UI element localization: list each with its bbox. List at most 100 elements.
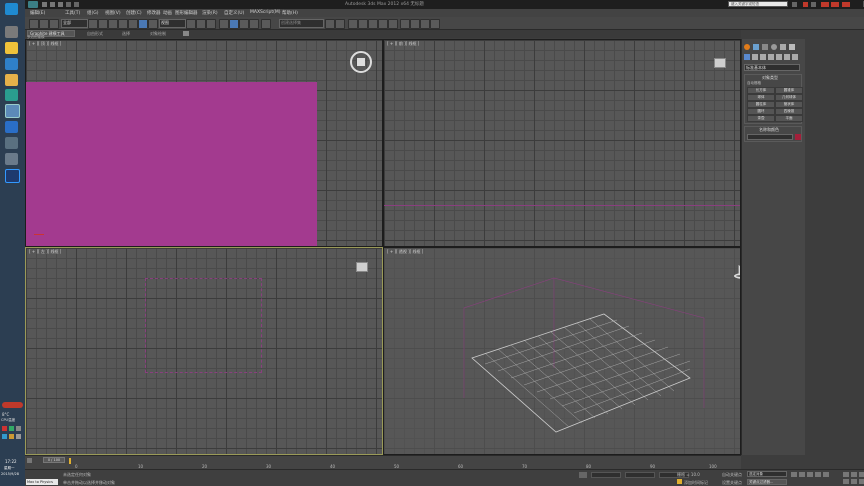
select-object-icon[interactable]: [88, 19, 98, 29]
geometry-icon[interactable]: [744, 54, 750, 60]
curve-editor-icon[interactable]: [368, 19, 378, 29]
save-icon[interactable]: [58, 2, 63, 7]
keyboard-shortcut-icon[interactable]: [206, 19, 216, 29]
menu-maxscript[interactable]: MAXScript(M): [250, 10, 281, 15]
selection-filter-select[interactable]: 全部: [61, 19, 88, 28]
motion-tab-icon[interactable]: [771, 44, 777, 50]
viewcube-icon[interactable]: [350, 51, 372, 73]
render-production-icon[interactable]: [420, 19, 430, 29]
tray-icon[interactable]: [2, 402, 23, 408]
folder-icon[interactable]: [5, 74, 18, 86]
zoom-extents-icon[interactable]: [859, 472, 864, 477]
viewport-left[interactable]: [ + ][ 左 ][ 线框 ]: [25, 247, 383, 455]
mini-curve-editor-icon[interactable]: [27, 458, 32, 463]
snap-2d-icon[interactable]: [219, 19, 229, 29]
start-icon[interactable]: [5, 3, 18, 15]
viewport-label[interactable]: [ + ][ 前 ][ 线框 ]: [387, 41, 419, 47]
tube-button[interactable]: 管状体: [775, 101, 803, 108]
cylinder-button[interactable]: 圆柱体: [747, 101, 775, 108]
go-start-icon[interactable]: [791, 472, 797, 477]
app-icon[interactable]: [5, 153, 18, 165]
utilities-tab-icon[interactable]: [789, 44, 795, 50]
rendered-frame-icon[interactable]: [410, 19, 420, 29]
viewcube-icon[interactable]: [714, 58, 726, 68]
add-time-tag[interactable]: 添加时间标记: [684, 480, 708, 486]
app-logo-icon[interactable]: [28, 1, 38, 8]
lights-icon[interactable]: [760, 54, 766, 60]
hierarchy-tab-icon[interactable]: [762, 44, 768, 50]
y-coord-field[interactable]: [625, 472, 655, 478]
spacewarps-icon[interactable]: [784, 54, 790, 60]
play-icon[interactable]: [807, 472, 813, 477]
box-button[interactable]: 长方体: [747, 87, 775, 94]
autogrid-checkbox[interactable]: 自动栅格: [747, 81, 761, 86]
material-editor-icon[interactable]: [388, 19, 398, 29]
menu-create[interactable]: 创建(C): [126, 10, 142, 16]
reference-coord-select[interactable]: 视图: [159, 19, 186, 28]
tab-object-paint[interactable]: 对象绘制: [150, 31, 166, 37]
angle-snap-icon[interactable]: [229, 19, 239, 29]
create-tab-icon[interactable]: [744, 44, 750, 50]
key-filters-button[interactable]: 关键点过滤器...: [747, 479, 787, 485]
teapot-render-icon[interactable]: [430, 19, 440, 29]
auto-key-label[interactable]: 自动关键点: [722, 472, 742, 478]
3dsmax-icon[interactable]: [5, 104, 20, 118]
orbit-icon[interactable]: [859, 479, 864, 484]
next-frame-icon[interactable]: [815, 472, 821, 477]
viewport-top[interactable]: [ + ][ 顶 ][ 线框 ]: [26, 40, 382, 246]
align-icon[interactable]: [335, 19, 345, 29]
time-cursor[interactable]: [69, 458, 71, 464]
qq-icon[interactable]: [5, 42, 18, 54]
edit-named-sets-icon[interactable]: [261, 19, 271, 29]
tab-freeform[interactable]: 自由形式: [87, 31, 103, 37]
viewport-label[interactable]: [ + ][ 左 ][ 线框 ]: [29, 249, 61, 255]
schematic-view-icon[interactable]: [378, 19, 388, 29]
time-tag-icon[interactable]: [677, 479, 682, 484]
menu-customize[interactable]: 自定义(U): [224, 10, 244, 16]
open-file-icon[interactable]: [50, 2, 55, 7]
key-mode-select[interactable]: 选定对象: [747, 471, 787, 477]
primitive-dropdown[interactable]: 标准基本体: [744, 64, 800, 71]
select-manipulate-icon[interactable]: [196, 19, 206, 29]
menu-animation[interactable]: 动画: [163, 10, 172, 16]
zoom-icon[interactable]: [843, 472, 849, 477]
teapot-button[interactable]: 茶壶: [747, 115, 775, 122]
viewport-label[interactable]: [ + ][ 透视 ][ 线框 ]: [387, 249, 423, 255]
app-icon[interactable]: [5, 26, 18, 38]
menu-view[interactable]: 视图(V): [105, 10, 121, 16]
sphere-button[interactable]: 球体: [747, 94, 775, 101]
rotate-icon[interactable]: [138, 19, 148, 29]
ribbon-options-icon[interactable]: [183, 31, 189, 36]
menu-edit[interactable]: 编辑(E): [30, 10, 45, 16]
lock-selection-icon[interactable]: [579, 472, 587, 478]
cone-button[interactable]: 圆锥体: [775, 87, 803, 94]
viewcube-icon[interactable]: [356, 262, 368, 272]
rect-select-icon[interactable]: [108, 19, 118, 29]
time-slider[interactable]: 0 / 100: [43, 457, 65, 463]
helpers-icon[interactable]: [776, 54, 782, 60]
tab-selection[interactable]: 选择: [122, 31, 130, 37]
layer-manager-icon[interactable]: [348, 19, 358, 29]
torus-button[interactable]: 圆环: [747, 108, 775, 115]
tray-icons[interactable]: [2, 426, 22, 442]
modify-tab-icon[interactable]: [753, 44, 759, 50]
percent-snap-icon[interactable]: [239, 19, 249, 29]
app-icon[interactable]: [5, 58, 18, 70]
name-field[interactable]: [747, 134, 793, 140]
photoshop-icon[interactable]: [5, 169, 20, 183]
new-file-icon[interactable]: [42, 2, 47, 7]
select-by-name-icon[interactable]: [98, 19, 108, 29]
redo-icon[interactable]: [74, 2, 79, 7]
systems-icon[interactable]: [792, 54, 798, 60]
fov-icon[interactable]: [843, 479, 849, 484]
render-setup-icon[interactable]: [400, 19, 410, 29]
menu-help[interactable]: 帮助(H): [282, 10, 298, 16]
display-tab-icon[interactable]: [780, 44, 786, 50]
mirror-icon[interactable]: [325, 19, 335, 29]
undo-icon[interactable]: [29, 19, 39, 29]
viewport-perspective[interactable]: [ + ][ 透视 ][ 线框 ]: [384, 248, 740, 454]
rollout-title[interactable]: 对象类型: [762, 75, 778, 81]
redo-icon[interactable]: [39, 19, 49, 29]
prev-frame-icon[interactable]: [799, 472, 805, 477]
menu-graph-editors[interactable]: 图形编辑器: [175, 10, 198, 16]
